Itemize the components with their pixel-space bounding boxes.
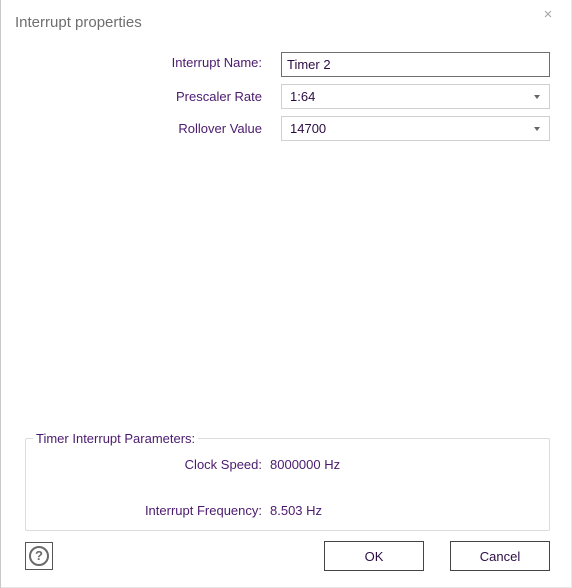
- interrupt-name-input[interactable]: [281, 52, 550, 77]
- prescaler-rate-label: Prescaler Rate: [176, 89, 262, 104]
- window-edge: [0, 0, 1, 588]
- ok-button[interactable]: OK: [324, 541, 424, 571]
- interrupt-properties-dialog: Interrupt properties × Interrupt Name: P…: [0, 0, 572, 588]
- question-circle-icon: ?: [29, 546, 49, 566]
- prescaler-rate-value: 1:64: [290, 89, 316, 104]
- prescaler-rate-select[interactable]: 1:64: [281, 84, 550, 109]
- interrupt-frequency-label: Interrupt Frequency:: [144, 503, 262, 518]
- help-button[interactable]: ?: [25, 542, 53, 570]
- clock-speed-value: 8000000 Hz: [270, 457, 341, 472]
- rollover-value-value: 14700: [290, 121, 327, 136]
- rollover-value-select[interactable]: 14700: [281, 116, 550, 141]
- cancel-button[interactable]: Cancel: [450, 541, 550, 571]
- interrupt-frequency-value: 8.503 Hz: [270, 503, 323, 518]
- interrupt-name-label: Interrupt Name:: [171, 55, 262, 70]
- dialog-title: Interrupt properties: [15, 14, 142, 31]
- timer-parameters-title: Timer Interrupt Parameters:: [33, 431, 199, 446]
- clock-speed-label: Clock Speed:: [184, 457, 262, 472]
- rollover-value-label: Rollover Value: [178, 121, 262, 136]
- chevron-down-icon: [534, 95, 540, 99]
- close-icon[interactable]: ×: [539, 6, 557, 24]
- chevron-down-icon: [534, 127, 540, 131]
